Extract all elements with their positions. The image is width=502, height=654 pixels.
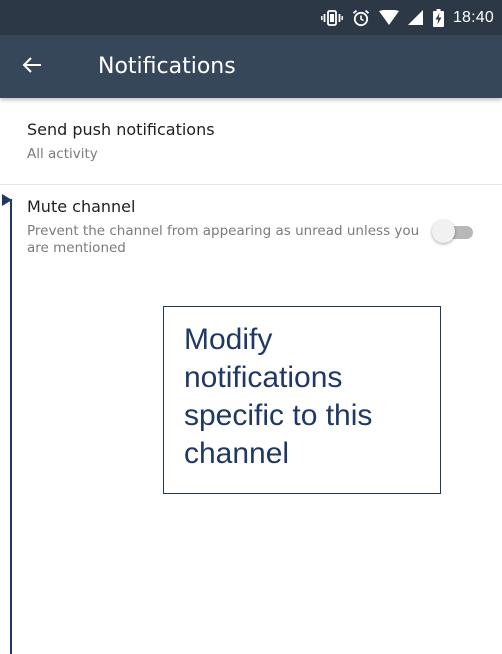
mute-channel-toggle[interactable]: [432, 220, 474, 244]
app-bar: Notifications: [0, 35, 502, 98]
arrow-left-icon: [22, 56, 42, 79]
mute-channel-title: Mute channel: [27, 197, 136, 216]
push-notifications-title: Send push notifications: [27, 120, 215, 139]
settings-list: Send push notifications All activity Mut…: [0, 98, 502, 275]
status-time: 18:40: [452, 8, 494, 26]
cell-signal-icon: [407, 9, 424, 26]
wifi-icon: [378, 9, 399, 26]
toggle-thumb: [432, 220, 455, 243]
push-notifications-setting[interactable]: Send push notifications All activity: [0, 98, 502, 185]
vibrate-icon: [321, 9, 343, 26]
page-title: Notifications: [98, 54, 236, 79]
annotation-callout: Modify notifications specific to this ch…: [163, 306, 441, 494]
annotation-arrow-icon: [2, 194, 12, 206]
mute-channel-setting[interactable]: Mute channel Prevent the channel from ap…: [0, 185, 502, 275]
phone-screen: 18:40 Notifications Send push notificati…: [0, 0, 502, 654]
battery-charging-icon: [432, 8, 444, 27]
alarm-icon: [352, 9, 370, 27]
mute-channel-description: Prevent the channel from appearing as un…: [27, 223, 420, 256]
annotation-text: Modify notifications specific to this ch…: [184, 323, 373, 470]
status-bar: 18:40: [0, 0, 502, 35]
push-notifications-value: All activity: [27, 146, 98, 162]
back-button[interactable]: [22, 49, 62, 85]
annotation-line: [10, 199, 12, 654]
status-icons: 18:40: [321, 0, 494, 35]
